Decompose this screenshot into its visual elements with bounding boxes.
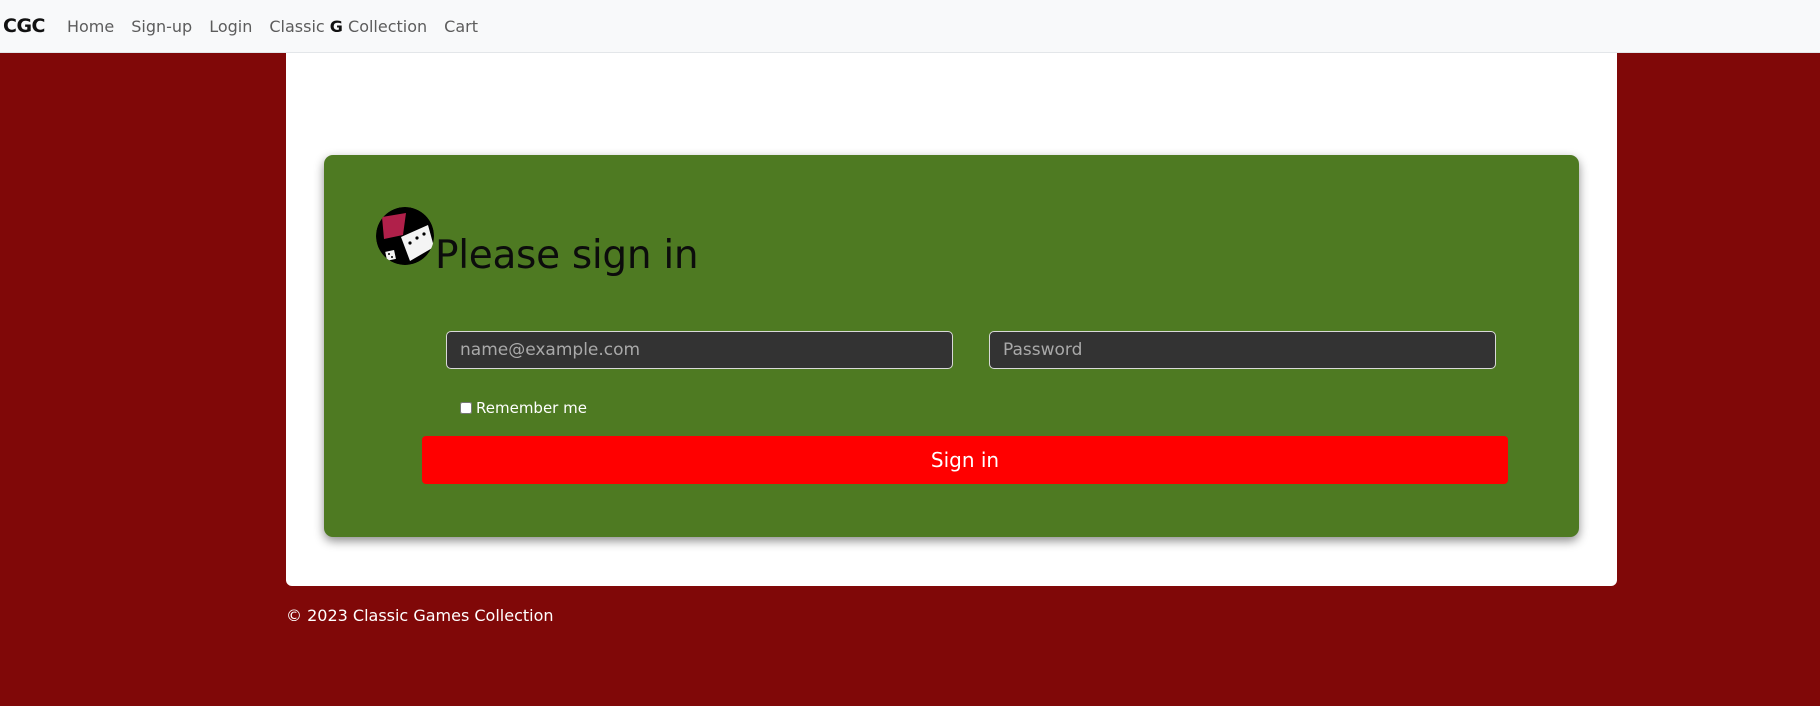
remember-me-label: Remember me <box>476 399 587 417</box>
signin-card: Please sign in Remember me Sign in <box>324 155 1579 537</box>
sign-in-button[interactable]: Sign in <box>422 436 1508 484</box>
top-navbar: CGC Home Sign-up Login Classic G Collect… <box>0 0 1820 53</box>
remember-me-row[interactable]: Remember me <box>460 399 587 417</box>
nav-link-home[interactable]: Home <box>67 17 114 36</box>
email-field[interactable] <box>446 331 953 369</box>
page-title: Please sign in <box>435 233 699 278</box>
remember-me-checkbox[interactable] <box>460 402 472 414</box>
nav-link-cart[interactable]: Cart <box>444 17 478 36</box>
nav-link-login[interactable]: Login <box>209 17 252 36</box>
nav-link-collection-prefix: Classic <box>269 16 330 36</box>
footer-copyright: © 2023 Classic Games Collection <box>286 606 554 625</box>
password-field[interactable] <box>989 331 1496 369</box>
nav-link-collection[interactable]: Classic G Collection <box>269 17 427 36</box>
nav-link-signup[interactable]: Sign-up <box>131 17 192 36</box>
nav-link-collection-bold: G <box>329 16 343 36</box>
game-logo-icon <box>376 207 434 265</box>
nav-link-collection-suffix: Collection <box>342 16 428 36</box>
main-container: Please sign in Remember me Sign in <box>286 53 1617 586</box>
brand-logo-text[interactable]: CGC <box>3 15 45 37</box>
